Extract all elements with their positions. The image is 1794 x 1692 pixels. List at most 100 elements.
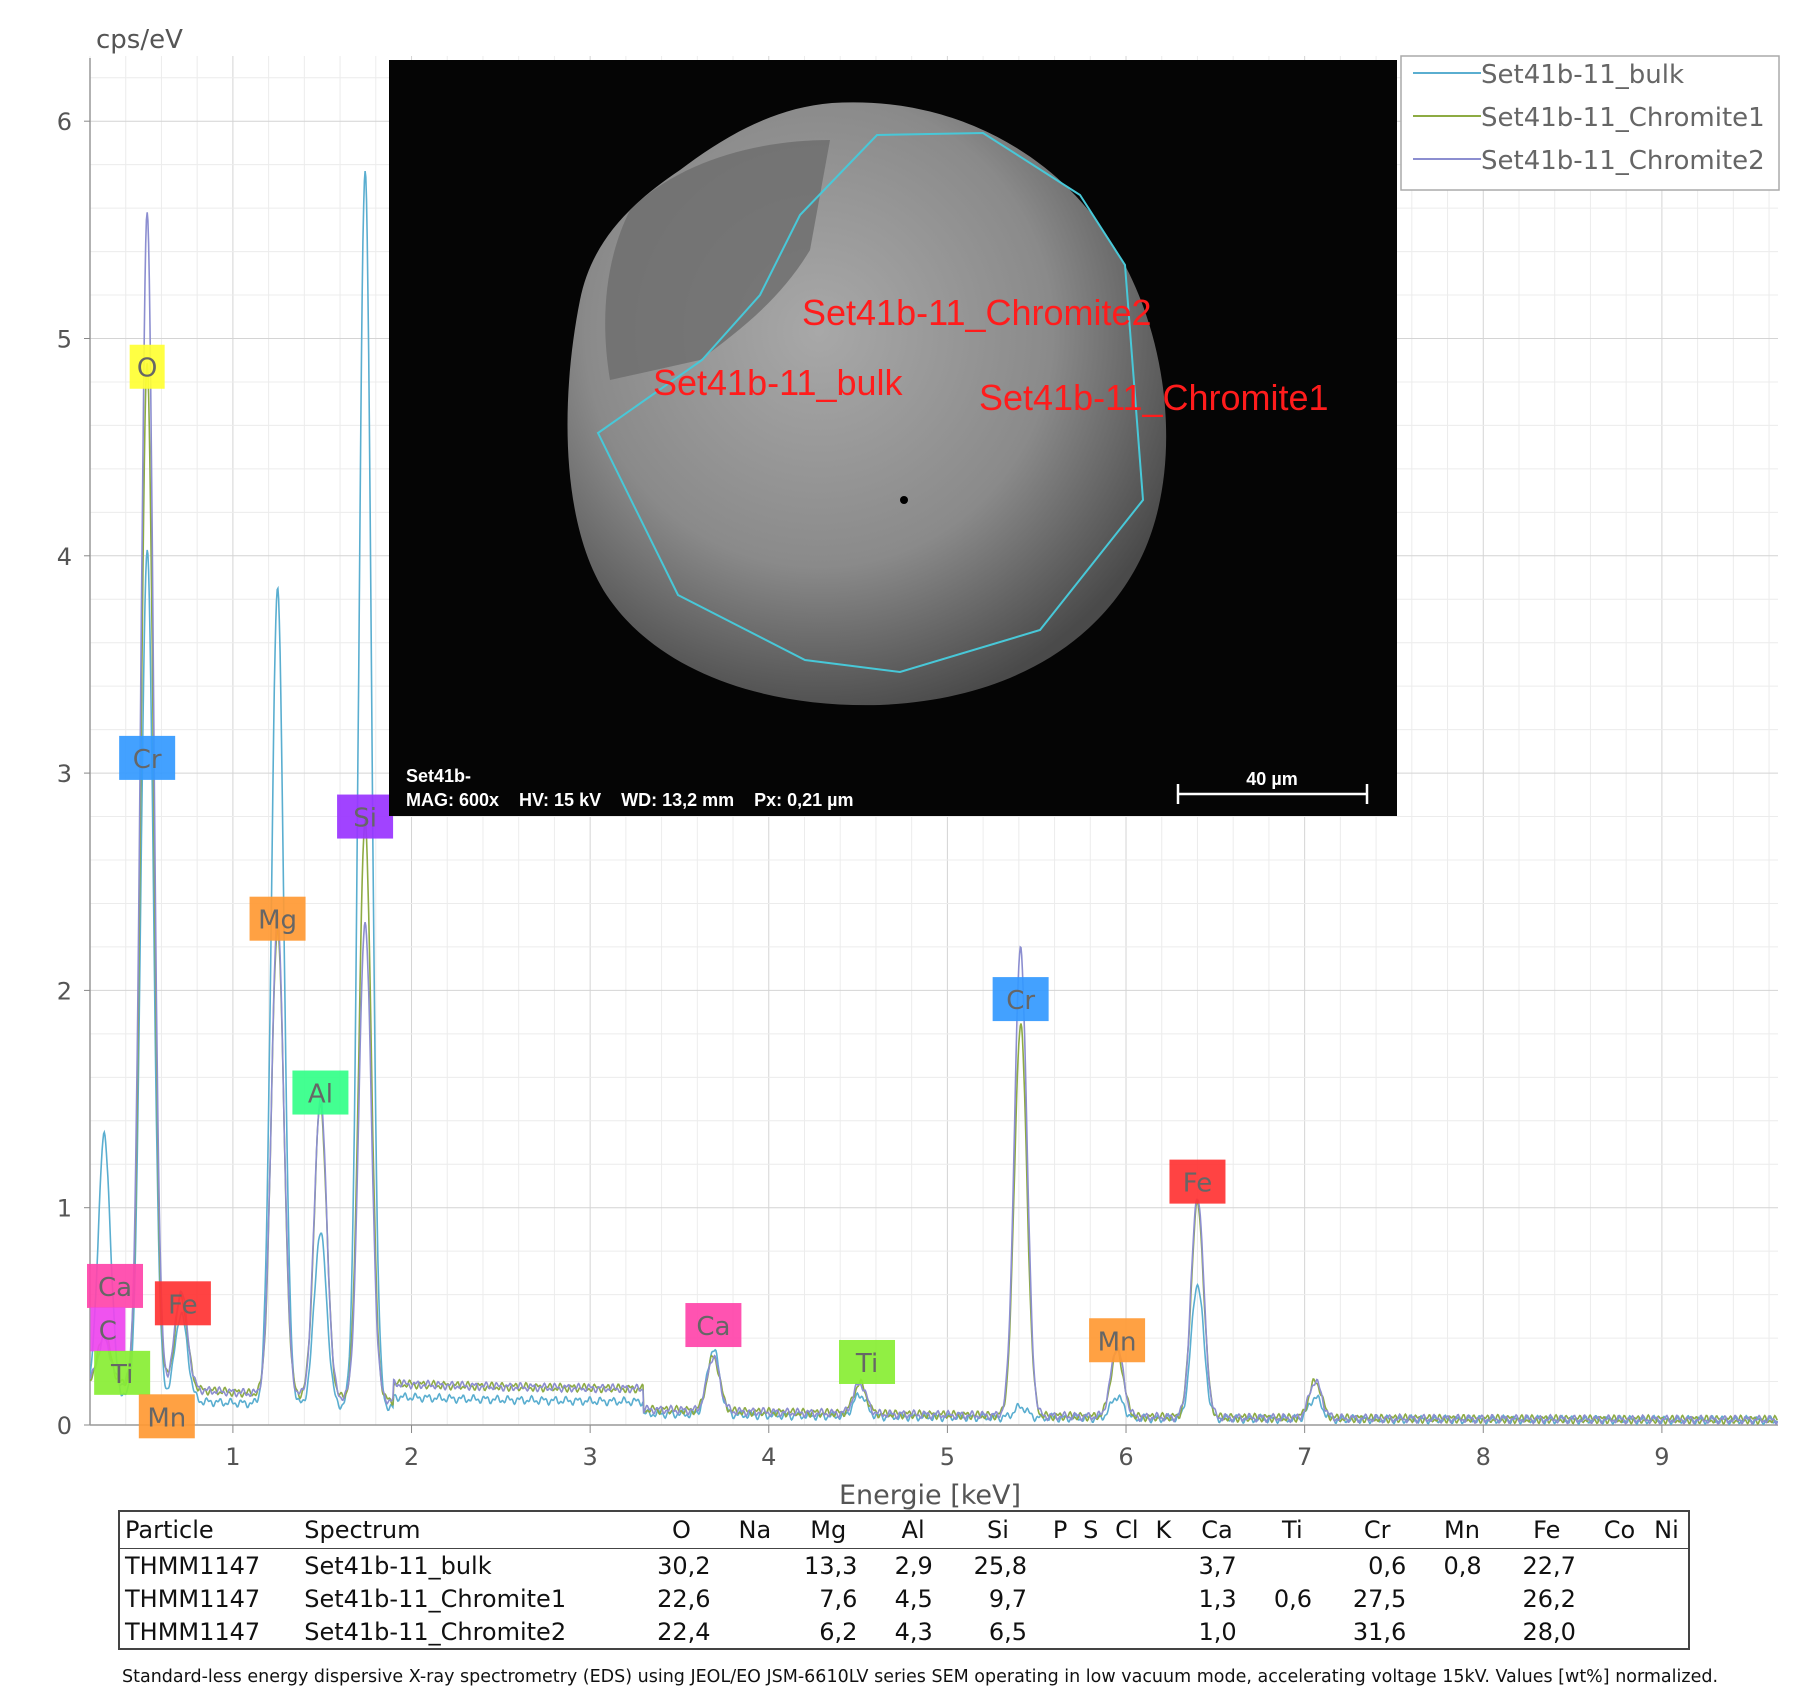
peak-label-cr: Cr [992,977,1049,1022]
sem-spot-label-chromite2: Set41b-11_Chromite2 [802,292,1152,333]
peak-label-text: Mg [258,906,297,936]
table-cell: 13,3 [803,1551,858,1580]
x-tick-label: 2 [404,1443,419,1471]
table-header-row: Particle Spectrum O Na Mg Al Si P S Cl K Ca Ti Cr Mn Fe… [119,1511,1689,1549]
table-header-cell: Ca [1179,1511,1255,1549]
table-header-cell: Si [950,1511,1046,1549]
peak-label-ca: Ca [685,1303,742,1348]
sem-spot-label-chromite1: Set41b-11_Chromite1 [979,377,1329,418]
table-cell [1075,1615,1106,1649]
table-header-cell: Ti [1254,1511,1331,1549]
table-header-cell: Cl [1106,1511,1148,1549]
table-cell: 26,2 [1522,1584,1576,1613]
y-axis-label: cps/eV [96,25,183,55]
table-cell [1424,1582,1499,1615]
y-tick-label: 0 [57,1412,72,1440]
peak-label-text: Cr [1006,986,1035,1016]
table-cell: 3,7 [1198,1551,1237,1580]
table-row: THMM1147 Set41b-11_Chromite2 22,4 6,2 4,3 6,5… [119,1615,1689,1649]
table-cell [1255,1549,1330,1583]
table-cell: 9,7 [988,1584,1028,1613]
x-tick-label: 6 [1118,1443,1133,1471]
table-cell [1106,1615,1147,1649]
y-tick-label: 5 [57,325,72,353]
table-cell: Set41b-11_Chromite1 [304,1584,567,1613]
table-cell: 1,0 [1198,1617,1237,1646]
table-cell [1594,1582,1645,1615]
y-tick-label: 4 [57,543,72,571]
table-cell: 6,2 [819,1617,858,1646]
table-cell [1075,1549,1106,1583]
peak-label-text: Al [308,1080,333,1110]
table-header-cell: Spectrum [299,1511,635,1549]
table-cell [1594,1549,1645,1583]
table-header-cell: P [1045,1511,1076,1549]
table-cell: THMM1147 [125,1551,261,1580]
legend-item-label: Set41b-11_bulk [1481,60,1684,90]
sem-scale-label: 40 µm [1246,769,1297,789]
table-cell [1045,1582,1075,1615]
peak-label-c: C [90,1307,126,1352]
x-axis-label: Energie [keV] [839,1480,1021,1511]
table-cell: 4,3 [894,1617,933,1646]
legend: Set41b-11_bulk Set41b-11_Chromite1 Set41b-… [1400,55,1780,191]
table-cell [729,1549,782,1583]
peak-label-text: Fe [1183,1169,1213,1199]
table-cell [1424,1615,1499,1649]
peak-label-fe: Fe [154,1281,211,1326]
table-cell: THMM1147 [125,1617,261,1646]
peak-label-si: Si [337,794,394,839]
table-cell: THMM1147 [125,1584,261,1613]
table-cell: 31,6 [1352,1617,1407,1646]
peak-label-fe: Fe [1169,1159,1226,1204]
table-cell: 25,8 [973,1551,1028,1580]
table-cell: 28,0 [1522,1617,1576,1646]
y-tick-label: 1 [57,1195,72,1223]
table-header-cell: S [1075,1511,1107,1549]
sem-inset-image: Set41b-11_Chromite2 Set41b-11_bulk Set41… [389,60,1397,816]
peak-label-text: Fe [168,1290,198,1320]
peak-label-text: O [137,354,157,384]
table-cell [1645,1615,1689,1649]
sem-pore [900,496,908,504]
composition-table: Particle Spectrum O Na Mg Al Si P S Cl K Ca Ti Cr Mn Fe… [118,1510,1690,1650]
peak-label-text: Ca [696,1312,730,1342]
table-header-cell: Al [875,1511,951,1549]
table-row: THMM1147 Set41b-11_Chromite1 22,6 7,6 4,5 9,7… [119,1582,1689,1615]
legend-item-label: Set41b-11_Chromite2 [1481,146,1765,176]
table-header-cell: Fe [1499,1511,1594,1549]
peak-label-o: O [129,344,165,389]
table-header-cell: Mg [781,1511,876,1549]
table-cell [1255,1615,1330,1649]
eds-figure: 1 2 3 4 5 6 7 8 9 0 1 2 3 4 5 6 cps/eV Energie [keV] O C… [57,25,1780,1511]
table-cell [1045,1615,1075,1649]
table-cell: 2,9 [894,1551,933,1580]
table-header-cell: Particle [119,1511,300,1549]
table-header-cell: Cr [1330,1511,1425,1549]
sem-info-line2: MAG: 600x HV: 15 kV WD: 13,2 mm Px: 0,21… [406,790,854,810]
table-cell [729,1582,782,1615]
table-cell [1106,1549,1147,1583]
table-row: THMM1147 Set41b-11_bulk 30,2 13,3 2,9 25,8 3,7… [119,1549,1689,1583]
table-cell [1148,1582,1180,1615]
table-cell: 4,5 [894,1584,933,1613]
y-tick-label: 2 [57,977,72,1005]
table-header-cell: O [634,1511,729,1549]
sem-info-line1: Set41b- [406,766,471,786]
table-header-cell: Mn [1424,1511,1500,1549]
table-cell [1594,1615,1645,1649]
x-tick-label: 3 [583,1443,598,1471]
table-header-cell: K [1147,1511,1180,1549]
table-cell: Set41b-11_Chromite2 [304,1617,567,1646]
table-header-cell: Co [1593,1511,1645,1549]
table-cell: 6,5 [988,1617,1028,1646]
peak-label-mn: Mn [1089,1318,1146,1363]
x-tick-label: 7 [1297,1443,1312,1471]
table-cell: 22,6 [657,1584,711,1613]
peak-label-text: Mn [1098,1327,1137,1357]
table-cell: 0,8 [1443,1551,1482,1580]
peak-label-text: Ti [855,1349,878,1379]
peak-label-ca: Ca [87,1263,144,1308]
peak-label-text: Ti [110,1360,133,1390]
peak-label-text: Cr [133,745,162,775]
